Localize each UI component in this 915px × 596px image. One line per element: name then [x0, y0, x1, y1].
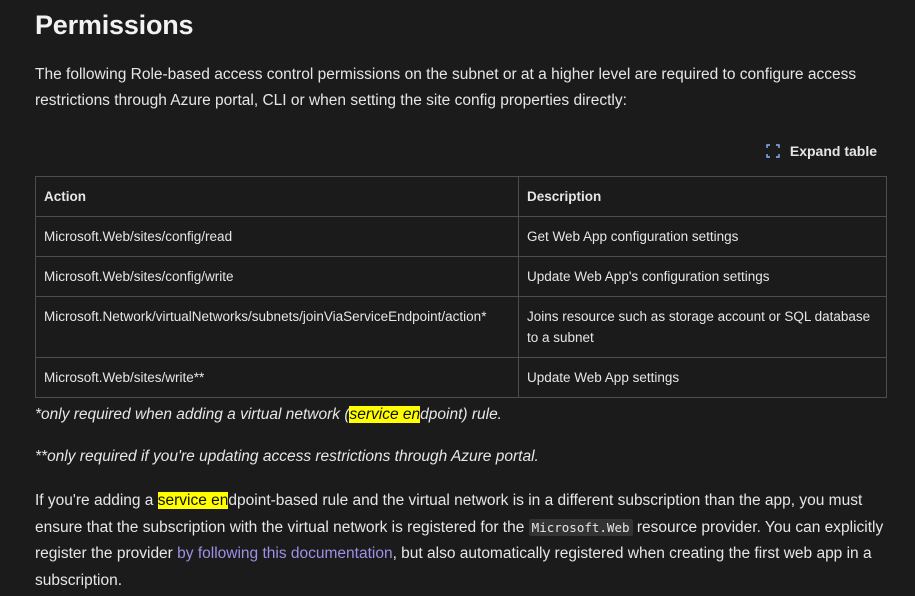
search-highlight: service en — [157, 492, 229, 509]
documentation-link[interactable]: by following this documentation — [177, 545, 392, 562]
expand-table-label: Expand table — [789, 143, 877, 159]
table-row: Microsoft.Web/sites/write** Update Web A… — [35, 357, 887, 398]
expand-icon — [766, 144, 780, 158]
action-cell: Microsoft.Web/sites/config/write — [35, 256, 519, 297]
action-cell: Microsoft.Network/virtualNetworks/subnet… — [35, 296, 519, 358]
permissions-table: Action Description Microsoft.Web/sites/c… — [35, 176, 887, 398]
action-cell: Microsoft.Web/sites/write** — [35, 357, 519, 398]
search-highlight: service en — [349, 406, 421, 423]
table-row: Microsoft.Web/sites/config/write Update … — [35, 256, 887, 297]
column-header-action: Action — [35, 176, 519, 217]
footnote-text: dpoint) rule. — [420, 406, 502, 423]
expand-table-button[interactable]: Expand table — [766, 143, 877, 159]
description-cell: Get Web App configuration settings — [518, 216, 887, 257]
table-header-row: Action Description — [35, 176, 887, 217]
description-cell: Update Web App settings — [518, 357, 887, 398]
subscription-paragraph: If you're adding a service endpoint-base… — [35, 488, 887, 594]
footnote-portal: **only required if you're updating acces… — [35, 448, 539, 465]
paragraph-text: If you're adding a — [35, 492, 158, 509]
description-cell: Joins resource such as storage account o… — [518, 296, 887, 358]
table-row: Microsoft.Network/virtualNetworks/subnet… — [35, 296, 887, 358]
inline-code: Microsoft.Web — [528, 518, 633, 536]
footnote-service-endpoint: *only required when adding a virtual net… — [35, 406, 502, 424]
action-cell: Microsoft.Web/sites/config/read — [35, 216, 519, 257]
intro-paragraph: The following Role-based access control … — [35, 66, 857, 109]
page-title: Permissions — [35, 10, 194, 40]
column-header-description: Description — [518, 176, 887, 217]
description-cell: Update Web App's configuration settings — [518, 256, 887, 297]
footnote-text: *only required when adding a virtual net… — [35, 406, 350, 423]
table-row: Microsoft.Web/sites/config/read Get Web … — [35, 216, 887, 257]
